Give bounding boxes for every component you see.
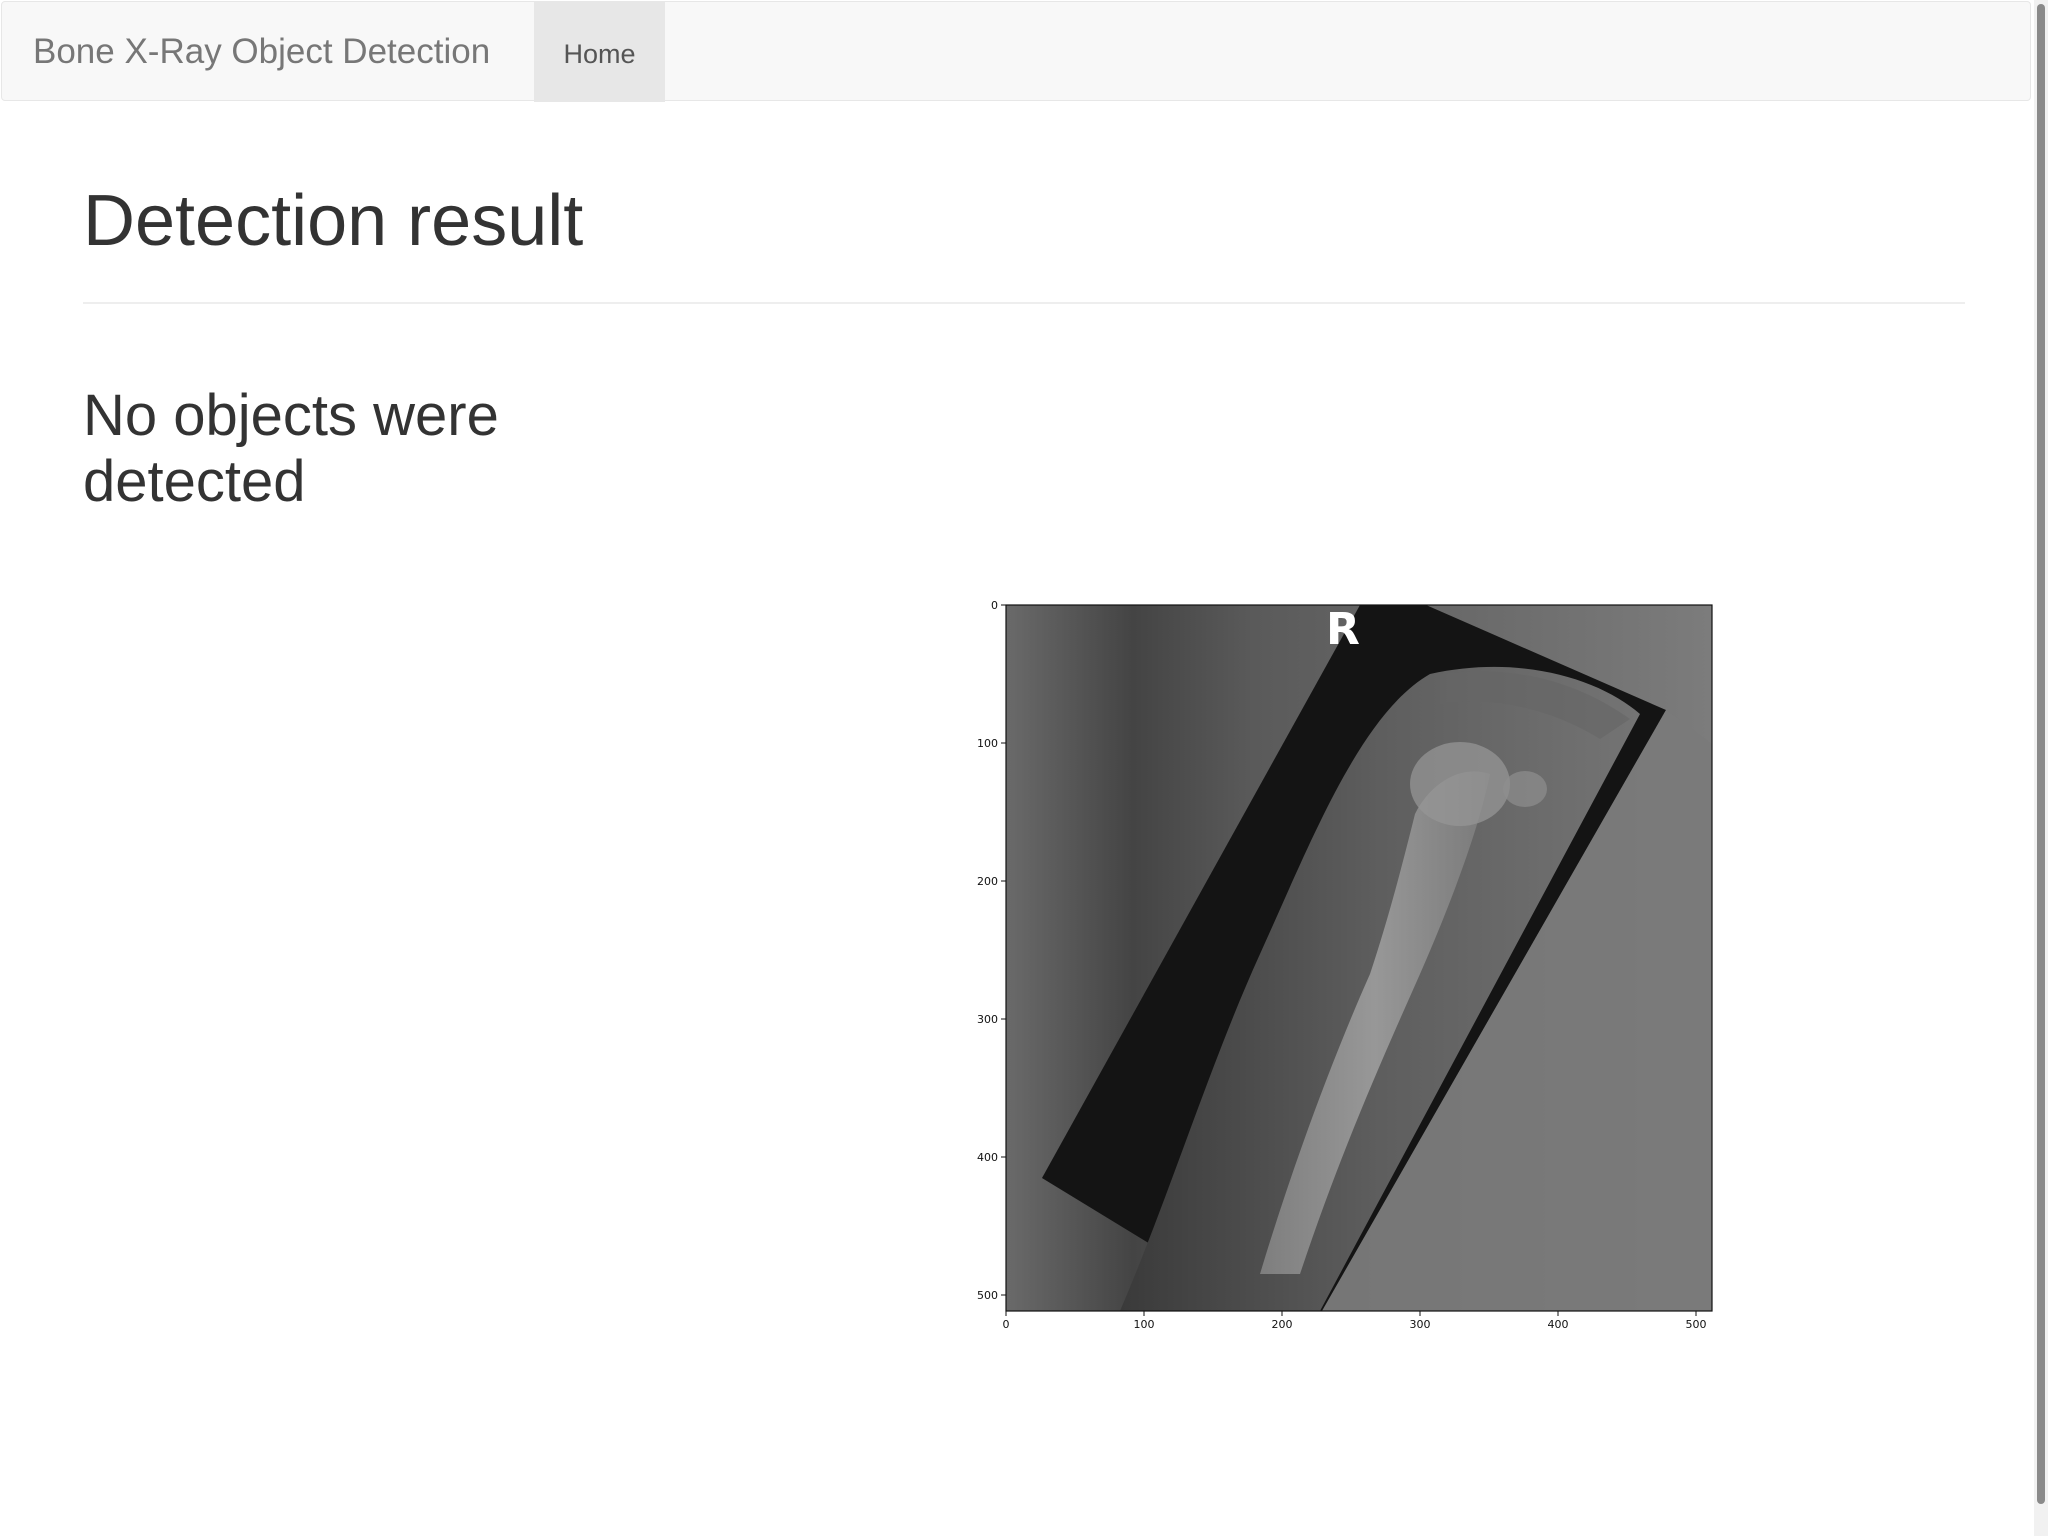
divider (83, 302, 1965, 304)
result-figure: R 0 100 200 300 400 500 0 100 200 300 40… (960, 594, 1720, 1344)
y-tick-label: 500 (977, 1289, 998, 1302)
y-tick-label: 300 (977, 1013, 998, 1026)
page-title: Detection result (83, 181, 584, 261)
detection-status: No objects were detected (83, 383, 499, 514)
x-tick-label: 100 (1134, 1318, 1155, 1331)
xray-image: R (1006, 604, 1712, 1311)
y-axis: 0 100 200 300 400 500 (977, 599, 1006, 1302)
xray-plot: R 0 100 200 300 400 500 0 100 200 300 40… (977, 599, 1713, 1331)
marker-letter: R (1326, 604, 1360, 655)
x-tick-label: 0 (1003, 1318, 1010, 1331)
x-tick-label: 400 (1548, 1318, 1569, 1331)
y-tick-label: 0 (991, 599, 998, 612)
x-tick-label: 200 (1272, 1318, 1293, 1331)
y-tick-label: 100 (977, 737, 998, 750)
x-tick-label: 500 (1686, 1318, 1707, 1331)
nav-home-link[interactable]: Home (534, 2, 665, 102)
x-axis: 0 100 200 300 400 500 (1003, 1311, 1707, 1331)
y-tick-label: 200 (977, 875, 998, 888)
navbar: Bone X-Ray Object Detection Home (1, 1, 2031, 102)
x-tick-label: 300 (1410, 1318, 1431, 1331)
brand-link[interactable]: Bone X-Ray Object Detection (33, 2, 490, 102)
scrollbar-thumb[interactable] (2037, 4, 2045, 1504)
y-tick-label: 400 (977, 1151, 998, 1164)
